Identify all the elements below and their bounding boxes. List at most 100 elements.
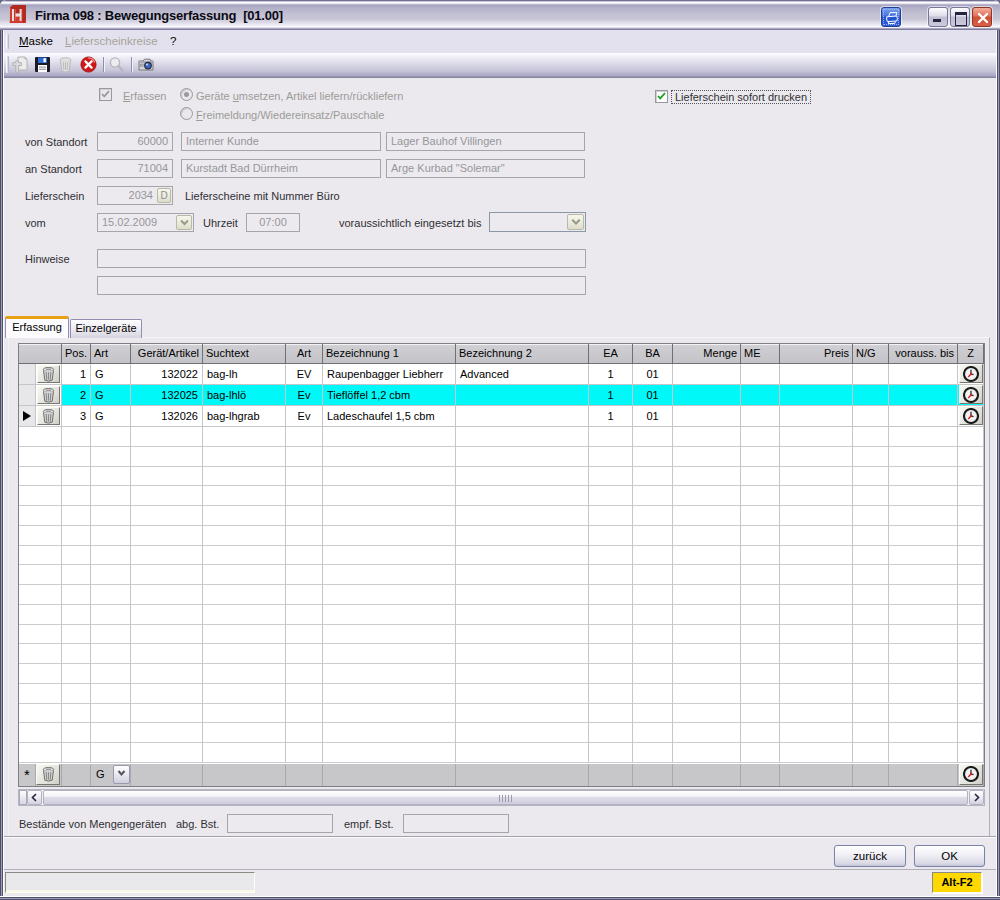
save-icon[interactable] bbox=[34, 56, 51, 73]
lieferschein-d-button[interactable]: D bbox=[157, 188, 171, 203]
cell-ba[interactable]: 01 bbox=[633, 364, 673, 385]
geraete-umsetzen-radio[interactable] bbox=[180, 88, 193, 101]
menu-item-maske[interactable]: Maske bbox=[19, 34, 53, 51]
header-cell[interactable]: vorauss. bis bbox=[889, 344, 958, 364]
header-cell[interactable]: Pos. bbox=[62, 344, 91, 364]
header-cell[interactable]: Preis bbox=[780, 344, 853, 364]
delete-row-button[interactable] bbox=[37, 365, 60, 383]
cell-preis[interactable] bbox=[780, 385, 853, 406]
cell-art2[interactable]: Ev bbox=[286, 385, 323, 406]
scroll-right-button[interactable] bbox=[969, 790, 984, 805]
header-cell[interactable]: Gerät/Artikel bbox=[131, 344, 203, 364]
cell-menge[interactable] bbox=[673, 385, 741, 406]
time-button[interactable] bbox=[959, 364, 983, 383]
cell-suchtext[interactable]: bag-lhgrab bbox=[203, 406, 286, 427]
table-row[interactable]: 1G132022bag-lhEVRaupenbagger LiebherrAdv… bbox=[19, 364, 984, 385]
table-row[interactable]: 2G132025bag-lhlöEvTieflöffel 1,2 cbm101 bbox=[19, 385, 984, 406]
cell-art[interactable]: G bbox=[91, 406, 131, 427]
tab-erfassung[interactable]: Erfassung bbox=[5, 316, 69, 338]
row-delete-cell[interactable] bbox=[36, 406, 62, 427]
cell-preis[interactable] bbox=[780, 406, 853, 427]
cell-art[interactable]: G bbox=[91, 364, 131, 385]
cell-bez2[interactable] bbox=[456, 385, 589, 406]
cell-vorauss[interactable] bbox=[889, 406, 958, 427]
header-cell[interactable]: BA bbox=[633, 344, 673, 364]
cell-art[interactable]: G bbox=[91, 385, 131, 406]
von-standort-ort-field[interactable]: Lager Bauhof Villingen bbox=[386, 132, 585, 151]
new-row-art-cell[interactable]: G bbox=[91, 764, 131, 786]
print-window-button[interactable] bbox=[881, 7, 901, 27]
header-cell[interactable]: ME bbox=[741, 344, 780, 364]
cell-suchtext[interactable]: bag-lh bbox=[203, 364, 286, 385]
cell-z[interactable] bbox=[958, 364, 984, 385]
header-cell[interactable]: Suchtext bbox=[203, 344, 286, 364]
abg-bst-field[interactable] bbox=[227, 814, 333, 833]
delete-icon[interactable] bbox=[57, 56, 74, 73]
delete-row-button[interactable] bbox=[36, 764, 60, 785]
hinweise-field-2[interactable] bbox=[97, 276, 586, 295]
lieferschein-drucken-label[interactable]: Lieferschein sofort drucken bbox=[672, 91, 810, 103]
header-cell[interactable]: Bezeichnung 1 bbox=[323, 344, 456, 364]
cell-bez2[interactable] bbox=[456, 406, 589, 427]
camera-icon[interactable] bbox=[137, 56, 155, 73]
von-standort-nr-field[interactable]: 60000 bbox=[97, 132, 173, 151]
new-row-z-cell[interactable] bbox=[958, 764, 984, 786]
cell-suchtext[interactable]: bag-lhlö bbox=[203, 385, 286, 406]
header-cell[interactable]: Bezeichnung 2 bbox=[456, 344, 589, 364]
horizontal-scrollbar[interactable] bbox=[18, 789, 985, 806]
cell-ba[interactable]: 01 bbox=[633, 385, 673, 406]
an-standort-ort-field[interactable]: Arge Kurbad "Solemar" bbox=[386, 159, 585, 178]
ok-button[interactable]: OK bbox=[914, 845, 985, 867]
row-selector-cell[interactable] bbox=[19, 385, 36, 406]
cell-pos[interactable]: 1 bbox=[62, 364, 91, 385]
cell-ba[interactable]: 01 bbox=[633, 406, 673, 427]
menu-item-help[interactable]: ? bbox=[170, 34, 176, 51]
cell-geraet[interactable]: 132022 bbox=[131, 364, 203, 385]
cell-vorauss[interactable] bbox=[889, 364, 958, 385]
header-cell[interactable]: Art bbox=[286, 344, 323, 364]
cell-ea[interactable]: 1 bbox=[589, 406, 633, 427]
hinweise-field-1[interactable] bbox=[97, 249, 586, 268]
cell-bez1[interactable]: Tieflöffel 1,2 cbm bbox=[323, 385, 456, 406]
maximize-button[interactable] bbox=[950, 7, 970, 27]
header-cell[interactable]: Z bbox=[958, 344, 984, 364]
minimize-button[interactable] bbox=[928, 7, 948, 27]
menu-item-lieferscheinkreise[interactable]: Lieferscheinkreise bbox=[65, 34, 158, 51]
erfassen-checkbox[interactable] bbox=[99, 88, 112, 101]
header-cell[interactable]: N/G bbox=[853, 344, 889, 364]
cell-vorauss[interactable] bbox=[889, 385, 958, 406]
scrollbar-thumb[interactable] bbox=[43, 790, 968, 805]
cell-art2[interactable]: EV bbox=[286, 364, 323, 385]
lieferschein-drucken-checkbox[interactable] bbox=[655, 90, 668, 103]
cell-z[interactable] bbox=[958, 385, 984, 406]
time-button[interactable] bbox=[959, 406, 983, 425]
cell-ng[interactable] bbox=[853, 364, 889, 385]
time-button[interactable] bbox=[959, 385, 983, 404]
cell-me[interactable] bbox=[741, 364, 780, 385]
abort-icon[interactable] bbox=[80, 56, 97, 73]
table-row[interactable]: 3G132026bag-lhgrabEvLadeschaufel 1,5 cbm… bbox=[19, 406, 984, 427]
delete-row-button[interactable] bbox=[37, 407, 60, 425]
freimeldung-radio[interactable] bbox=[180, 107, 193, 120]
header-cell[interactable]: EA bbox=[589, 344, 633, 364]
cell-menge[interactable] bbox=[673, 406, 741, 427]
close-button[interactable] bbox=[972, 7, 992, 27]
cell-ng[interactable] bbox=[853, 406, 889, 427]
cell-bez2[interactable]: Advanced bbox=[456, 364, 589, 385]
voraussichtlich-bis-dropdown-button[interactable] bbox=[567, 214, 584, 230]
row-delete-cell[interactable] bbox=[36, 385, 62, 406]
cell-geraet[interactable]: 132025 bbox=[131, 385, 203, 406]
header-cell[interactable]: Art bbox=[91, 344, 131, 364]
cell-bez1[interactable]: Ladeschaufel 1,5 cbm bbox=[323, 406, 456, 427]
cell-me[interactable] bbox=[741, 406, 780, 427]
cell-geraet[interactable]: 132026 bbox=[131, 406, 203, 427]
toolbar-gripper[interactable] bbox=[6, 56, 9, 73]
menubar-gripper[interactable] bbox=[6, 34, 9, 49]
new-document-icon[interactable] bbox=[12, 56, 29, 73]
row-delete-cell[interactable] bbox=[36, 364, 62, 385]
cell-bez1[interactable]: Raupenbagger Liebherr bbox=[323, 364, 456, 385]
cell-pos[interactable]: 2 bbox=[62, 385, 91, 406]
cell-art2[interactable]: Ev bbox=[286, 406, 323, 427]
an-standort-nr-field[interactable]: 71004 bbox=[97, 159, 173, 178]
scrollbar-gripper[interactable] bbox=[19, 790, 27, 805]
